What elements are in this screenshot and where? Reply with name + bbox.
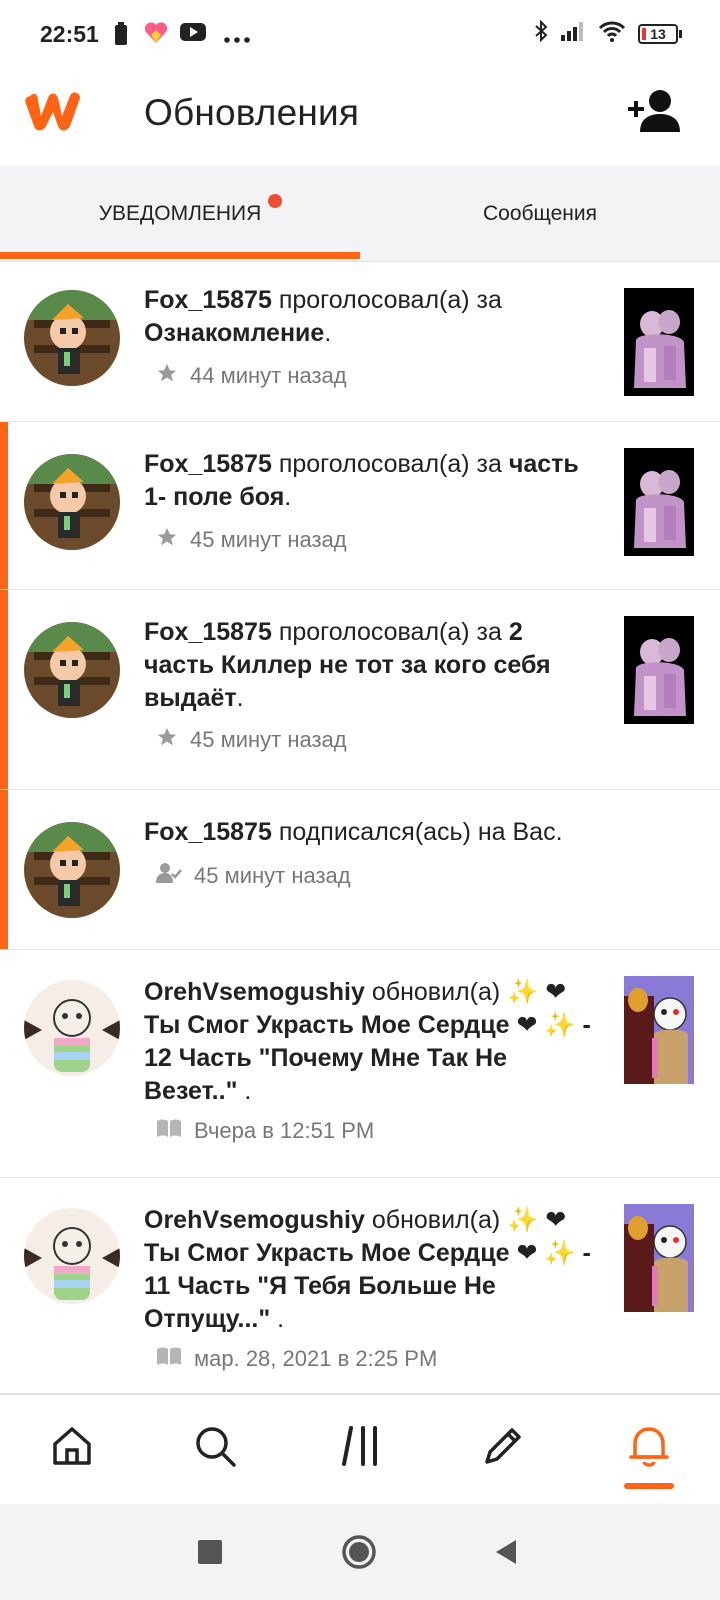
bell-icon[interactable] [624, 1421, 674, 1471]
notification-time: 45 минут назад [190, 727, 347, 752]
notification-text: Fox_15875 проголосовал(а) за 2 часть Кил… [144, 618, 551, 712]
notification-user[interactable]: Fox_15875 [144, 618, 272, 646]
search-icon[interactable] [190, 1421, 240, 1471]
notification-item[interactable]: Fox_15875 проголосовал(а) за 2 часть Кил… [0, 590, 720, 790]
bluetooth-icon [534, 19, 548, 47]
tab-notifications[interactable]: УВЕДОМЛЕНИЯ [0, 166, 360, 262]
notification-target[interactable]: Ознакомление [144, 319, 324, 347]
tab-messages-label: Сообщения [483, 202, 597, 225]
wifi-icon [598, 20, 626, 47]
story-cover[interactable] [624, 288, 694, 396]
avatar[interactable] [24, 980, 120, 1076]
notification-item[interactable]: Fox_15875 проголосовал(а) за Ознакомлени… [0, 262, 720, 422]
notification-time: 45 минут назад [194, 863, 351, 888]
notification-meta: 44 минут назад [156, 362, 347, 390]
notification-user[interactable]: Fox_15875 [144, 818, 272, 846]
notification-user[interactable]: Fox_15875 [144, 286, 272, 314]
recents-icon[interactable] [198, 1540, 222, 1569]
avatar[interactable] [24, 622, 120, 718]
system-nav [0, 1504, 720, 1600]
notification-meta: 45 минут назад [156, 862, 351, 890]
notification-meta: мар. 28, 2021 в 2:25 PM [156, 1346, 437, 1372]
youtube-icon [180, 22, 206, 47]
tab-messages[interactable]: Сообщения [360, 166, 720, 262]
add-user-icon[interactable] [626, 88, 682, 139]
notification-text: OrehVsemogushiy обновил(а) ✨ ❤Ты Смог Ук… [144, 978, 591, 1105]
avatar[interactable] [24, 1208, 120, 1304]
notification-meta: 45 минут назад [156, 526, 347, 554]
story-cover[interactable] [624, 1204, 694, 1312]
write-icon[interactable] [478, 1421, 528, 1471]
avatar[interactable] [24, 290, 120, 386]
notification-user[interactable]: Fox_15875 [144, 450, 272, 478]
notification-user[interactable]: OrehVsemogushiy [144, 1206, 365, 1234]
star-icon [156, 362, 178, 390]
tab-notifications-label: УВЕДОМЛЕНИЯ [98, 202, 262, 225]
story-cover[interactable] [624, 616, 694, 724]
tab-bar: УВЕДОМЛЕНИЯ Сообщения [0, 166, 720, 262]
notification-item[interactable]: Fox_15875 подписался(ась) на Вас. 45 мин… [0, 790, 720, 950]
wattpad-logo[interactable] [24, 86, 88, 139]
star-icon [156, 726, 178, 754]
home-icon[interactable] [47, 1421, 97, 1471]
star-icon [156, 526, 178, 554]
notification-text: Fox_15875 проголосовал(а) за часть 1- по… [144, 450, 579, 511]
unread-dot [268, 194, 282, 208]
notification-time: 45 минут назад [190, 527, 347, 552]
battery-level-icon: 13 [638, 23, 682, 44]
notification-meta: 45 минут назад [156, 726, 347, 754]
active-nav-indicator [624, 1483, 674, 1489]
notification-meta: Вчера в 12:51 PM [156, 1118, 374, 1144]
signal-icon [560, 21, 586, 46]
back-icon[interactable] [494, 1538, 518, 1571]
notification-user[interactable]: OrehVsemogushiy [144, 978, 365, 1006]
avatar[interactable] [24, 454, 120, 550]
notification-list[interactable]: Fox_15875 проголосовал(а) за Ознакомлени… [0, 262, 720, 1394]
story-cover[interactable] [624, 976, 694, 1084]
book-icon [156, 1118, 182, 1144]
battery-icon [114, 22, 128, 51]
notification-time: Вчера в 12:51 PM [194, 1118, 375, 1143]
library-icon[interactable] [336, 1421, 386, 1471]
notification-item[interactable]: Fox_15875 проголосовал(а) за часть 1- по… [0, 422, 720, 590]
app-header: Обновления [0, 66, 720, 166]
page-title: Обновления [144, 92, 360, 133]
bottom-nav [0, 1394, 720, 1504]
story-cover[interactable] [624, 448, 694, 556]
notification-text: Fox_15875 подписался(ась) на Вас. [144, 818, 563, 846]
status-time: 22:51 [40, 21, 99, 47]
notification-time: мар. 28, 2021 в 2:25 PM [194, 1346, 438, 1371]
notification-time: 44 минут назад [190, 363, 347, 388]
notification-text: OrehVsemogushiy обновил(а) ✨ ❤Ты Смог Ук… [144, 1206, 591, 1333]
likee-icon [144, 22, 168, 49]
notification-item[interactable]: OrehVsemogushiy обновил(а) ✨ ❤Ты Смог Ук… [0, 950, 720, 1178]
avatar[interactable] [24, 822, 120, 918]
notification-text: Fox_15875 проголосовал(а) за Ознакомлени… [144, 286, 502, 347]
home-button-icon[interactable] [341, 1534, 377, 1575]
active-tab-indicator [0, 252, 360, 259]
notification-item[interactable]: OrehVsemogushiy обновил(а) ✨ ❤Ты Смог Ук… [0, 1178, 720, 1394]
book-icon [156, 1346, 182, 1372]
more-dots-icon [224, 30, 250, 48]
status-bar: 22:51 13 [0, 0, 720, 66]
follow-icon [156, 862, 182, 890]
